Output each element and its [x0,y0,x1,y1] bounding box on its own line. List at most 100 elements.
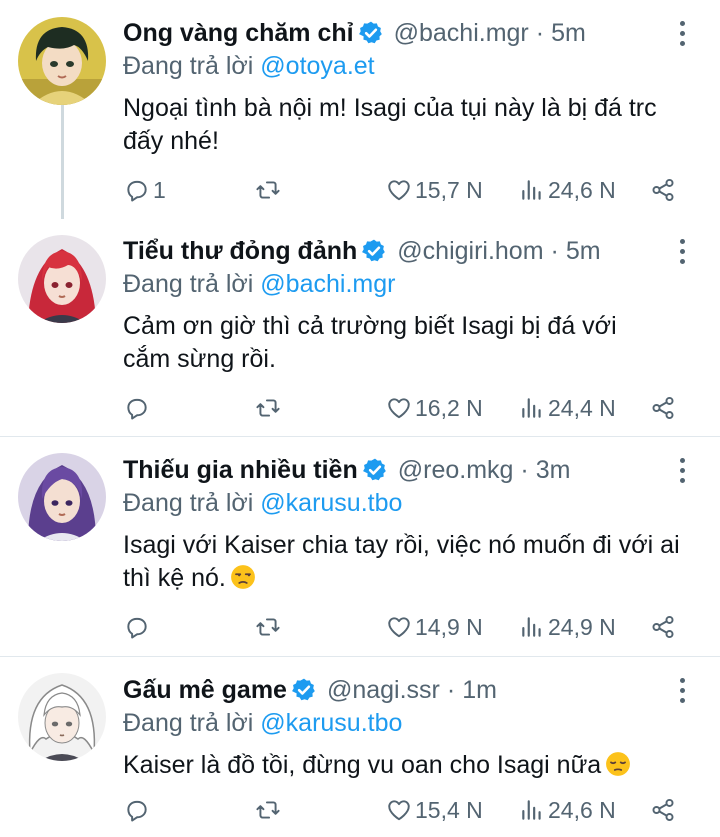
pensive-face-emoji-icon [606,752,631,776]
replying-to: Đang trả lời @karusu.tbo [123,489,402,518]
reply-icon [127,617,147,639]
views-button[interactable]: 24,6 N [519,175,616,205]
more-options-icon[interactable] [670,234,694,268]
heart-icon [388,180,410,201]
replying-to-label: Đang trả lời [123,52,254,80]
heart-icon [388,800,410,821]
views-button[interactable]: 24,4 N [519,393,616,423]
avatar[interactable] [18,235,106,323]
retweet-icon [256,181,280,199]
share-button[interactable] [650,175,676,205]
reply-button[interactable]: 1 [124,175,166,205]
separator: · [535,18,545,47]
like-button[interactable]: 14,9 N [386,612,483,642]
views-chart-icon [522,800,541,820]
reply-icon [127,398,147,420]
views-count: 24,9 N [548,613,616,640]
separator: · [520,455,529,484]
tweet-header: Gấu mê game @nagi.ssr · 1m [123,673,497,707]
display-name[interactable]: Ong vàng chăm chỉ [123,19,354,48]
timestamp[interactable]: 5m [566,237,601,266]
verified-badge-icon [358,21,382,44]
avatar-white-hair-icon [18,673,106,761]
user-handle[interactable]: @chigiri.hom [397,237,543,266]
more-options-icon[interactable] [670,453,694,487]
display-name[interactable]: Tiểu thư đỏng đảnh [123,237,357,266]
tweet-actions: 16,2 N 24,4 N [0,393,720,423]
more-options-icon[interactable] [670,673,694,707]
timestamp[interactable]: 1m [462,676,497,705]
timestamp[interactable]: 3m [536,456,571,485]
reply-icon [127,800,147,822]
mention-link[interactable]: @bachi.mgr [260,270,395,298]
verified-badge-icon [362,458,386,481]
user-handle[interactable]: @reo.mkg [398,456,514,485]
mention-link[interactable]: @karusu.tbo [260,489,402,517]
tweet[interactable]: Ong vàng chăm chỉ @bachi.mgr · 5m Đang t… [0,0,720,218]
mention-link[interactable]: @karusu.tbo [260,709,402,737]
tweet-text: Kaiser là đồ tồi, đừng vu oan cho Isagi … [123,751,602,779]
separator: · [446,675,456,704]
heart-icon [388,398,410,419]
avatar[interactable] [18,673,106,761]
views-chart-icon [522,617,541,637]
display-name[interactable]: Thiếu gia nhiều tiền [123,456,358,485]
views-chart-icon [522,180,541,200]
tweet-actions: 14,9 N 24,9 N [0,612,720,642]
retweet-button[interactable] [255,795,281,825]
unamused-face-emoji-icon [230,565,255,589]
share-icon [652,798,674,822]
like-button[interactable]: 15,4 N [386,795,483,825]
tweet-text-container: Isagi với Kaiser chia tay rồi, việc nó m… [123,529,703,595]
replying-to-label: Đang trả lời [123,270,254,298]
verified-badge-icon [292,678,315,701]
more-options-icon[interactable] [670,16,694,50]
share-button[interactable] [650,393,676,423]
user-handle[interactable]: @nagi.ssr [327,676,440,705]
share-button[interactable] [650,795,676,825]
share-icon [652,615,674,639]
tweet[interactable]: Thiếu gia nhiều tiền @reo.mkg · 3m Đang … [0,437,720,655]
replying-to: Đang trả lời @otoya.et [123,52,375,81]
user-handle[interactable]: @bachi.mgr [394,19,529,48]
replying-to: Đang trả lời @karusu.tbo [123,709,402,738]
replying-to: Đang trả lời @bachi.mgr [123,270,395,299]
views-button[interactable]: 24,6 N [519,795,616,825]
tweet-actions: 1 15,7 N 24,6 N [0,175,720,205]
replying-to-label: Đang trả lời [123,489,254,517]
share-icon [652,178,674,202]
avatar[interactable] [18,17,106,105]
like-button[interactable]: 15,7 N [386,175,483,205]
views-button[interactable]: 24,9 N [519,612,616,642]
avatar-red-hair-icon [18,235,106,323]
tweet-header: Ong vàng chăm chỉ @bachi.mgr · 5m [123,16,586,50]
views-chart-icon [522,398,541,418]
tweet-header: Thiếu gia nhiều tiền @reo.mkg · 3m [123,453,570,487]
avatar[interactable] [18,453,106,541]
timestamp[interactable]: 5m [551,19,586,48]
reply-button[interactable] [124,393,153,423]
retweet-button[interactable] [255,612,281,642]
reply-button[interactable] [124,612,153,642]
tweet[interactable]: Gấu mê game @nagi.ssr · 1m Đang trả lời … [0,657,720,837]
retweet-icon [256,399,280,417]
tweet-text-container: Kaiser là đồ tồi, đừng vu oan cho Isagi … [123,749,703,782]
reply-button[interactable] [124,795,153,825]
like-count: 15,4 N [415,796,483,823]
like-count: 16,2 N [415,394,483,421]
retweet-button[interactable] [255,175,281,205]
tweet-text: Isagi với Kaiser chia tay rồi, việc nó m… [123,531,680,592]
retweet-button[interactable] [255,393,281,423]
tweet-header: Tiểu thư đỏng đảnh @chigiri.hom · 5m [123,234,601,268]
avatar-purple-hair-icon [18,453,106,541]
replying-to-label: Đang trả lời [123,709,254,737]
display-name[interactable]: Gấu mê game [123,676,287,705]
mention-link[interactable]: @otoya.et [260,52,374,80]
tweet[interactable]: Tiểu thư đỏng đảnh @chigiri.hom · 5m Đan… [0,218,720,436]
like-count: 14,9 N [415,613,483,640]
share-button[interactable] [650,612,676,642]
verified-badge-icon [362,239,386,262]
like-button[interactable]: 16,2 N [386,393,483,423]
tweet-text: Cảm ơn giờ thì cả trường biết Isagi bị đ… [123,312,617,373]
retweet-icon [256,618,280,636]
